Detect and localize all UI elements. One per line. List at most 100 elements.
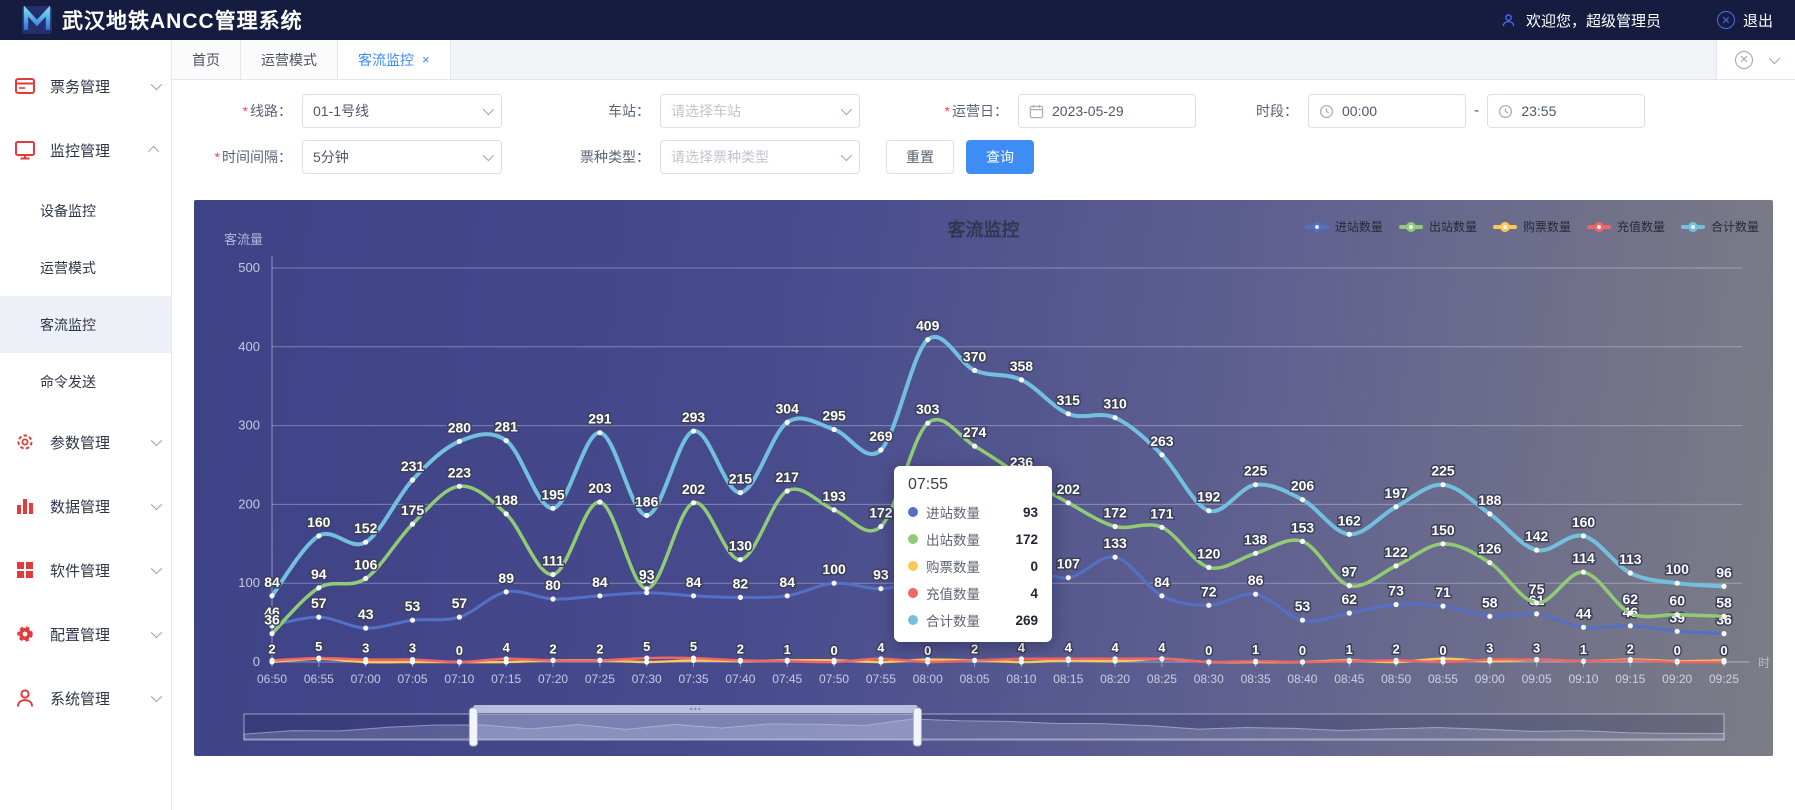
line-label: *线路： (194, 101, 302, 121)
metro-logo-icon (22, 6, 52, 34)
time-start-input[interactable]: 00:00 (1308, 94, 1466, 128)
sidebar-subitem-运营模式[interactable]: 运营模式 (0, 239, 171, 296)
line-value: 01-1号线 (313, 101, 369, 121)
datazoom-handle-right[interactable] (913, 708, 921, 746)
svg-text:188: 188 (1478, 492, 1502, 508)
line-select[interactable]: 01-1号线 (302, 94, 502, 128)
chevron-down-icon (841, 150, 852, 161)
svg-text:162: 162 (1338, 512, 1362, 528)
calendar-icon (1029, 104, 1044, 119)
svg-text:09:00: 09:00 (1475, 672, 1505, 686)
series-dot-icon (908, 507, 918, 517)
svg-text:304: 304 (776, 400, 800, 416)
sidebar-subitem-设备监控[interactable]: 设备监控 (0, 182, 171, 239)
svg-text:400: 400 (238, 339, 260, 354)
svg-text:1: 1 (784, 642, 791, 657)
svg-text:100: 100 (1666, 561, 1690, 577)
datazoom-handle-left[interactable] (469, 708, 477, 746)
svg-text:280: 280 (448, 419, 472, 435)
svg-text:57: 57 (311, 595, 327, 611)
svg-text:53: 53 (405, 598, 421, 614)
svg-text:09:05: 09:05 (1522, 672, 1552, 686)
svg-text:08:25: 08:25 (1147, 672, 1177, 686)
time-end-input[interactable]: 23:55 (1487, 94, 1645, 128)
reset-button[interactable]: 重置 (886, 140, 954, 174)
time-separator: - (1474, 102, 1479, 120)
svg-text:370: 370 (963, 348, 987, 364)
tabs-container: 首页运营模式客流监控× (172, 40, 451, 79)
tooltip-row-合计数量: 合计数量269 (908, 610, 1038, 630)
svg-text:08:15: 08:15 (1053, 672, 1083, 686)
station-select[interactable]: 请选择车站 (660, 94, 860, 128)
svg-text:274: 274 (963, 424, 987, 440)
sidebar-item-监控管理[interactable]: 监控管理 (0, 118, 171, 182)
ticket-type-select[interactable]: 请选择票种类型 (660, 140, 860, 174)
monitor-icon (14, 139, 36, 161)
ticket-type-label: 票种类型： (552, 147, 660, 167)
sidebar-item-label: 监控管理 (50, 140, 110, 161)
ticket-icon (14, 75, 36, 97)
svg-text:82: 82 (733, 575, 749, 591)
chevron-up-icon (148, 146, 159, 157)
svg-text:39: 39 (1669, 609, 1685, 625)
svg-text:138: 138 (1244, 531, 1268, 547)
chevron-down-icon (841, 104, 852, 115)
svg-text:0: 0 (830, 643, 837, 658)
logout-label: 退出 (1743, 10, 1773, 31)
sidebar: 票务管理监控管理设备监控运营模式客流监控命令发送参数管理数据管理软件管理配置管理… (0, 40, 172, 810)
sidebar-item-系统管理[interactable]: 系统管理 (0, 666, 171, 730)
query-button[interactable]: 查询 (966, 140, 1034, 174)
svg-text:08:45: 08:45 (1334, 672, 1364, 686)
chevron-down-icon (151, 435, 162, 446)
svg-text:171: 171 (1150, 505, 1174, 521)
app-title: 武汉地铁ANCC管理系统 (62, 5, 303, 35)
tab-运营模式[interactable]: 运营模式 (241, 40, 338, 79)
svg-text:5: 5 (643, 639, 650, 654)
sidebar-item-数据管理[interactable]: 数据管理 (0, 474, 171, 538)
close-all-tabs-icon[interactable]: ✕ (1735, 51, 1753, 69)
tab-actions-chevron-down-icon[interactable] (1769, 52, 1780, 63)
sidebar-item-软件管理[interactable]: 软件管理 (0, 538, 171, 602)
svg-text:58: 58 (1716, 594, 1732, 610)
svg-text:72: 72 (1201, 583, 1217, 599)
logout-icon: ✕ (1717, 11, 1735, 29)
svg-text:2: 2 (1627, 641, 1634, 656)
tab-close-icon[interactable]: × (422, 52, 430, 67)
svg-text:315: 315 (1057, 392, 1081, 408)
sidebar-item-参数管理[interactable]: 参数管理 (0, 410, 171, 474)
svg-text:4: 4 (1018, 640, 1026, 655)
tab-首页[interactable]: 首页 (172, 40, 241, 79)
svg-text:5: 5 (315, 639, 322, 654)
svg-text:43: 43 (358, 606, 374, 622)
time-start-value: 00:00 (1342, 103, 1377, 119)
svg-text:295: 295 (822, 408, 846, 424)
svg-text:80: 80 (545, 577, 561, 593)
interval-select[interactable]: 5分钟 (302, 140, 502, 174)
svg-text:57: 57 (452, 595, 468, 611)
svg-text:86: 86 (1248, 572, 1264, 588)
svg-text:96: 96 (1716, 564, 1732, 580)
svg-text:07:50: 07:50 (819, 672, 849, 686)
svg-text:130: 130 (729, 538, 753, 554)
svg-text:09:10: 09:10 (1568, 672, 1598, 686)
tab-客流监控[interactable]: 客流监控× (338, 40, 451, 79)
date-label: *运营日： (910, 101, 1018, 121)
ticket-type-placeholder: 请选择票种类型 (671, 147, 769, 167)
svg-text:07:00: 07:00 (351, 672, 381, 686)
sidebar-subitem-客流监控[interactable]: 客流监控 (0, 296, 171, 353)
series-dot-icon (908, 615, 918, 625)
svg-text:106: 106 (354, 557, 378, 573)
svg-text:08:50: 08:50 (1381, 672, 1411, 686)
sidebar-item-票务管理[interactable]: 票务管理 (0, 54, 171, 118)
series-dot-icon (908, 588, 918, 598)
sidebar-item-配置管理[interactable]: 配置管理 (0, 602, 171, 666)
sidebar-subitem-命令发送[interactable]: 命令发送 (0, 353, 171, 410)
series-dot-icon (908, 534, 918, 544)
datazoom-window[interactable] (473, 714, 917, 740)
logout-button[interactable]: ✕ 退出 (1717, 10, 1773, 31)
operating-date-input[interactable]: 2023-05-29 (1018, 94, 1196, 128)
tooltip-row-购票数量: 购票数量0 (908, 556, 1038, 576)
chevron-down-icon (151, 499, 162, 510)
svg-text:202: 202 (682, 481, 706, 497)
svg-text:142: 142 (1525, 528, 1549, 544)
